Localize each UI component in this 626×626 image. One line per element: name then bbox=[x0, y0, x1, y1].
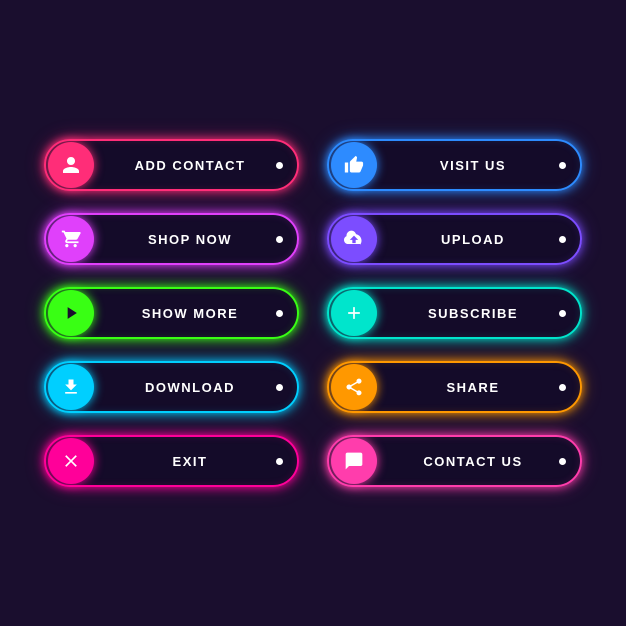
subscribe-dot bbox=[559, 310, 566, 317]
add-contact-label: ADD CONTACT bbox=[94, 158, 276, 173]
share-button[interactable]: SHARE bbox=[327, 361, 582, 413]
exit-button[interactable]: EXIT bbox=[44, 435, 299, 487]
download-icon bbox=[48, 364, 94, 410]
visit-us-button[interactable]: VISIT US bbox=[327, 139, 582, 191]
shop-now-button[interactable]: SHOP NOW bbox=[44, 213, 299, 265]
add-contact-button[interactable]: ADD CONTACT bbox=[44, 139, 299, 191]
exit-label: EXIT bbox=[94, 454, 276, 469]
show-more-button[interactable]: SHOW MORE bbox=[44, 287, 299, 339]
play-icon bbox=[48, 290, 94, 336]
upload-button[interactable]: UPLOAD bbox=[327, 213, 582, 265]
upload-dot bbox=[559, 236, 566, 243]
add-icon bbox=[331, 290, 377, 336]
share-dot bbox=[559, 384, 566, 391]
add-contact-dot bbox=[276, 162, 283, 169]
share-label: SHARE bbox=[377, 380, 559, 395]
download-dot bbox=[276, 384, 283, 391]
contact-us-dot bbox=[559, 458, 566, 465]
show-more-dot bbox=[276, 310, 283, 317]
upload-icon bbox=[331, 216, 377, 262]
shop-now-dot bbox=[276, 236, 283, 243]
visit-us-label: VISIT US bbox=[377, 158, 559, 173]
shop-now-label: SHOP NOW bbox=[94, 232, 276, 247]
show-more-label: SHOW MORE bbox=[94, 306, 276, 321]
contact-us-label: CONTACT US bbox=[377, 454, 559, 469]
exit-dot bbox=[276, 458, 283, 465]
download-button[interactable]: DOWNLOAD bbox=[44, 361, 299, 413]
cart-icon bbox=[48, 216, 94, 262]
thumbup-icon bbox=[331, 142, 377, 188]
download-label: DOWNLOAD bbox=[94, 380, 276, 395]
chat-icon bbox=[331, 438, 377, 484]
visit-us-dot bbox=[559, 162, 566, 169]
subscribe-label: SUBSCRIBE bbox=[377, 306, 559, 321]
contact-us-button[interactable]: CONTACT US bbox=[327, 435, 582, 487]
subscribe-button[interactable]: SUBSCRIBE bbox=[327, 287, 582, 339]
share-icon bbox=[331, 364, 377, 410]
person-icon bbox=[48, 142, 94, 188]
upload-label: UPLOAD bbox=[377, 232, 559, 247]
close-icon bbox=[48, 438, 94, 484]
button-grid: ADD CONTACT VISIT US SHOP NOW UPLOAD SHO… bbox=[24, 119, 602, 507]
